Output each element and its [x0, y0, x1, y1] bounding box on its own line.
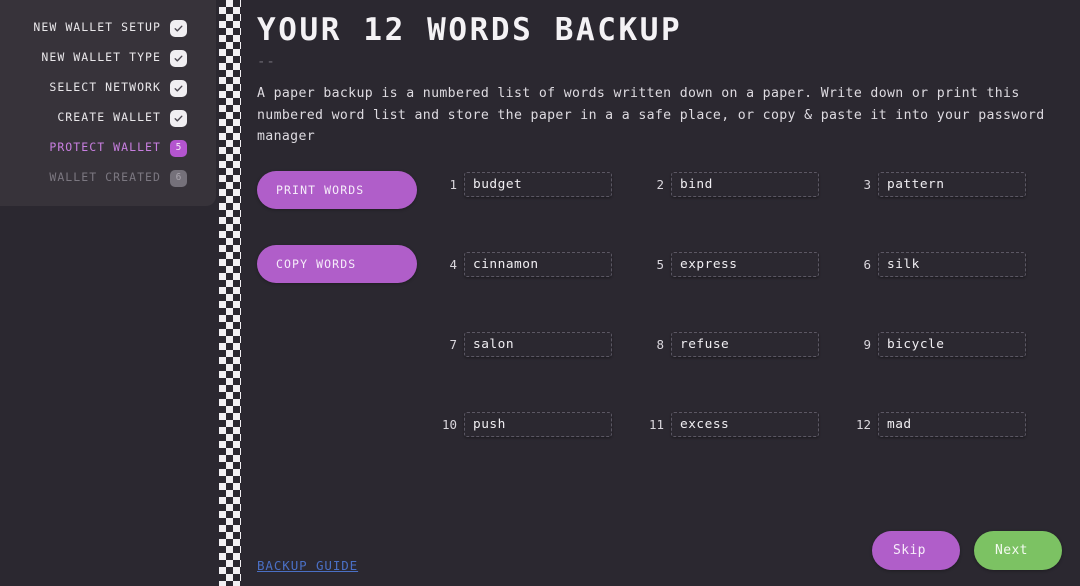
- action-buttons-column: PRINT WORDS COPY WORDS: [257, 169, 437, 437]
- step-label: CREATE WALLET: [57, 110, 161, 125]
- seed-word-cell: 2: [644, 172, 851, 198]
- sidebar-step-new-wallet-setup[interactable]: NEW WALLET SETUP: [0, 13, 216, 43]
- seed-word-cell: 10: [437, 412, 644, 438]
- backup-guide-link[interactable]: BACKUP GUIDE: [257, 558, 358, 573]
- seed-word-cell: 3: [851, 172, 1058, 198]
- footer-actions: Skip Next: [872, 531, 1062, 570]
- seed-word-input-10[interactable]: [464, 412, 612, 438]
- seed-word-number: 2: [656, 176, 664, 192]
- seed-word-input-7[interactable]: [464, 332, 612, 358]
- seed-word-cell: 6: [851, 252, 1058, 278]
- print-words-button[interactable]: PRINT WORDS: [257, 171, 417, 210]
- seed-word-number: 4: [449, 256, 457, 272]
- seed-word-input-12[interactable]: [878, 412, 1026, 438]
- step-number-badge: 6: [170, 169, 187, 187]
- seed-word-input-5[interactable]: [671, 252, 819, 278]
- copy-words-button[interactable]: COPY WORDS: [257, 245, 417, 284]
- sidebar-step-wallet-created[interactable]: WALLET CREATED 6: [0, 163, 216, 193]
- seed-word-input-6[interactable]: [878, 252, 1026, 278]
- seed-word-cell: 5: [644, 252, 851, 278]
- check-icon: [170, 109, 187, 127]
- sidebar-step-create-wallet[interactable]: CREATE WALLET: [0, 103, 216, 133]
- seed-word-cell: 11: [644, 412, 851, 438]
- steps-list: NEW WALLET SETUP NEW WALLET TYPE SELECT NE…: [0, 13, 216, 193]
- step-label: NEW WALLET TYPE: [41, 50, 161, 65]
- seed-word-number: 12: [855, 416, 871, 432]
- seed-word-cell: 12: [851, 412, 1058, 438]
- step-label: WALLET CREATED: [49, 170, 161, 185]
- checkered-divider: [219, 0, 241, 586]
- seed-word-cell: 4: [437, 252, 644, 278]
- seed-word-input-3[interactable]: [878, 172, 1026, 198]
- seed-word-cell: 7: [437, 332, 644, 358]
- main-content: YOUR 12 WORDS BACKUP -- A paper backup i…: [241, 0, 1080, 586]
- page-description: A paper backup is a numbered list of wor…: [257, 86, 1045, 144]
- backup-content: PRINT WORDS COPY WORDS 123456789101112: [257, 169, 1058, 438]
- sidebar-step-select-network[interactable]: SELECT NETWORK: [0, 73, 216, 103]
- seed-word-number: 11: [648, 416, 664, 432]
- seed-word-number: 8: [656, 336, 664, 352]
- step-label: PROTECT WALLET: [49, 140, 161, 155]
- seed-word-cell: 9: [851, 332, 1058, 358]
- check-icon: [170, 49, 187, 67]
- seed-word-number: 3: [863, 176, 871, 192]
- sidebar-step-protect-wallet[interactable]: PROTECT WALLET 5: [0, 133, 216, 163]
- seed-word-input-4[interactable]: [464, 252, 612, 278]
- title-rule: --: [257, 53, 276, 70]
- step-label: NEW WALLET SETUP: [33, 20, 161, 35]
- seed-word-input-8[interactable]: [671, 332, 819, 358]
- setup-steps-sidebar: NEW WALLET SETUP NEW WALLET TYPE SELECT NE…: [0, 0, 216, 206]
- seed-word-input-2[interactable]: [671, 172, 819, 198]
- page-title: YOUR 12 WORDS BACKUP: [257, 12, 683, 48]
- step-number-badge: 5: [170, 139, 187, 157]
- seed-word-number: 7: [449, 336, 457, 352]
- seed-word-input-11[interactable]: [671, 412, 819, 438]
- skip-button[interactable]: Skip: [872, 531, 960, 570]
- seed-word-number: 6: [863, 256, 871, 272]
- seed-word-number: 1: [449, 176, 457, 192]
- seed-word-number: 10: [441, 416, 457, 432]
- sidebar-step-new-wallet-type[interactable]: NEW WALLET TYPE: [0, 43, 216, 73]
- seed-word-input-9[interactable]: [878, 332, 1026, 358]
- wallet-backup-screen: NEW WALLET SETUP NEW WALLET TYPE SELECT NE…: [0, 0, 1080, 586]
- seed-word-number: 9: [863, 336, 871, 352]
- seed-words-grid: 123456789101112: [437, 169, 1058, 438]
- seed-word-number: 5: [656, 256, 664, 272]
- seed-word-cell: 8: [644, 332, 851, 358]
- seed-word-input-1[interactable]: [464, 172, 612, 198]
- check-icon: [170, 79, 187, 97]
- seed-word-cell: 1: [437, 172, 644, 198]
- next-button[interactable]: Next: [974, 531, 1062, 570]
- check-icon: [170, 19, 187, 37]
- step-label: SELECT NETWORK: [49, 80, 161, 95]
